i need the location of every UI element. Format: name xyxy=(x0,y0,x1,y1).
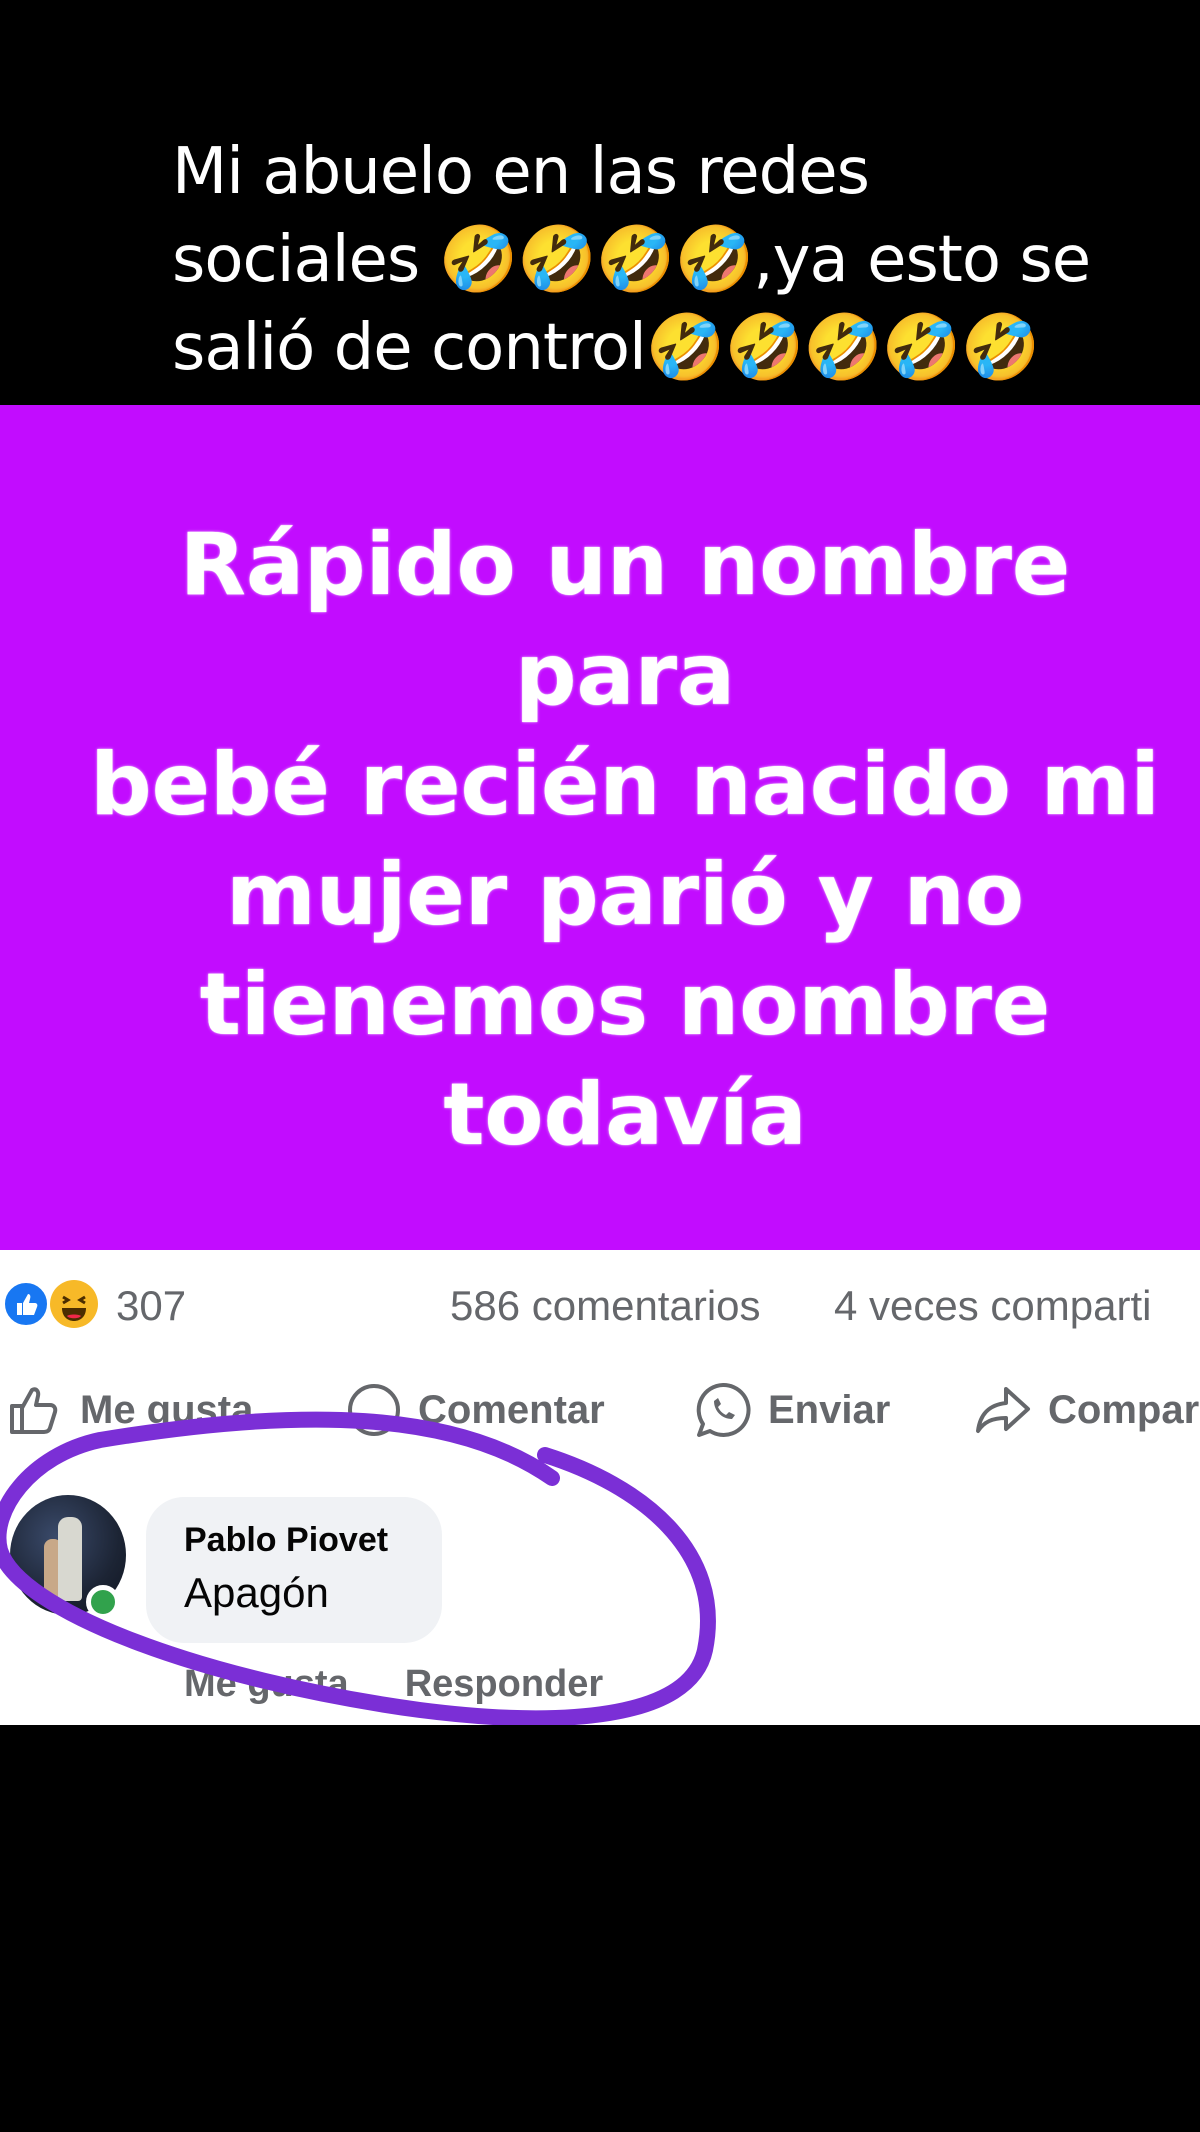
share-arrow-icon xyxy=(972,1379,1034,1441)
post-actions: Me gusta Comentar Enviar Compar xyxy=(0,1375,1200,1445)
comment-like-button[interactable]: Me gusta xyxy=(184,1663,349,1706)
comments-count[interactable]: 586 comentarios xyxy=(450,1282,761,1330)
comment-actions: Me gusta Responder xyxy=(184,1663,603,1706)
caption-line-2: sociales 🤣🤣🤣🤣,ya esto se xyxy=(172,223,1091,297)
post-text-line-4: tienemos nombre xyxy=(199,955,1051,1055)
comment-reply-button[interactable]: Responder xyxy=(405,1663,603,1706)
send-label: Enviar xyxy=(768,1387,891,1432)
comment-bubble[interactable]: Pablo Piovet Apagón xyxy=(146,1497,442,1643)
post-text-line-3: mujer parió y no xyxy=(226,845,1024,945)
avatar-person-2 xyxy=(58,1517,82,1601)
online-status-dot xyxy=(86,1585,120,1619)
haha-reaction-icon xyxy=(50,1280,98,1328)
comment-author[interactable]: Pablo Piovet xyxy=(184,1521,388,1560)
facebook-post-footer: 307 586 comentarios 4 veces comparti Me … xyxy=(0,1250,1200,1725)
post-text-line-5: todavía xyxy=(443,1065,807,1165)
reactions-count: 307 xyxy=(116,1282,187,1329)
video-caption: Mi abuelo en las redes sociales 🤣🤣🤣🤣,ya … xyxy=(172,128,1132,392)
comment-text: Apagón xyxy=(184,1569,329,1616)
post-text: Rápido un nombre para bebé recién nacido… xyxy=(60,510,1190,1170)
comment-bubble-icon xyxy=(344,1380,404,1440)
post-image: Rápido un nombre para bebé recién nacido… xyxy=(0,405,1200,1250)
caption-line-1: Mi abuelo en las redes xyxy=(172,135,870,209)
post-text-line-2: bebé recién nacido mi xyxy=(90,735,1160,835)
like-button[interactable]: Me gusta xyxy=(6,1375,253,1445)
caption-line-3: salió de control🤣🤣🤣🤣🤣 xyxy=(172,311,1040,385)
post-text-line-1: Rápido un nombre para xyxy=(179,515,1071,725)
share-label: Compar xyxy=(1048,1387,1200,1432)
comment-button[interactable]: Comentar xyxy=(344,1375,605,1445)
like-label: Me gusta xyxy=(80,1387,254,1432)
like-reaction-icon xyxy=(2,1280,50,1328)
shares-count[interactable]: 4 veces comparti xyxy=(834,1282,1151,1330)
whatsapp-icon xyxy=(692,1379,754,1441)
comment-item: Pablo Piovet Apagón Me gusta Responder xyxy=(0,1495,1200,1725)
reactions-summary[interactable]: 307 586 comentarios 4 veces comparti xyxy=(0,1280,1200,1330)
thumbs-up-icon xyxy=(6,1380,66,1440)
comment-label: Comentar xyxy=(418,1387,605,1432)
share-button[interactable]: Compar xyxy=(972,1375,1199,1445)
send-button[interactable]: Enviar xyxy=(692,1375,890,1445)
